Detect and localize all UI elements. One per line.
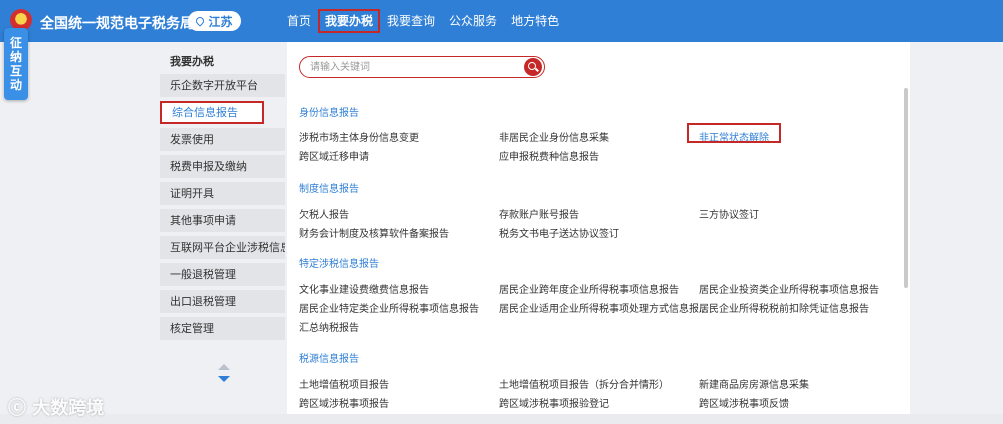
service-link[interactable]: 文化事业建设费缴费信息报告	[299, 281, 429, 296]
section-title-system: 制度信息报告	[299, 184, 359, 195]
sidebar-item-leqi-platform[interactable]: 乐企数字开放平台	[160, 74, 285, 97]
sidebar-scroll-arrows[interactable]	[217, 364, 231, 384]
service-link[interactable]: 跨区域涉税事项反馈	[699, 395, 789, 410]
nav-public-service[interactable]: 公众服务	[442, 11, 504, 31]
service-link[interactable]: 居民企业适用企业所得税事项处理方式信息报...	[499, 300, 709, 315]
service-link[interactable]: 土地增值税项目报告（拆分合并情形）	[499, 376, 669, 391]
watermark-mark-icon: ⓒ	[8, 398, 26, 419]
search-box	[299, 56, 545, 78]
service-link[interactable]: 新建商品房房源信息采集	[699, 376, 809, 391]
service-link[interactable]: 居民企业投资类企业所得税事项信息报告	[699, 281, 879, 296]
sidebar-item-certificate[interactable]: 证明开具	[160, 182, 285, 205]
section-title-identity: 身份信息报告	[299, 108, 359, 119]
section-title-special: 特定涉税信息报告	[299, 259, 379, 270]
sidebar-item-info-report[interactable]: 综合信息报告	[160, 101, 264, 124]
sidebar-item-tax-filing[interactable]: 税费申报及缴纳	[160, 155, 285, 178]
service-link[interactable]: 三方协议签订	[699, 206, 759, 221]
service-link[interactable]: 存款账户账号报告	[499, 206, 579, 221]
sidebar-item-assessment[interactable]: 核定管理	[160, 317, 285, 340]
service-link[interactable]: 应申报税费种信息报告	[499, 148, 599, 163]
sidebar-menu: 我要办税 乐企数字开放平台 综合信息报告 发票使用 税费申报及缴纳 证明开具 其…	[160, 50, 285, 344]
nav-tax-handling[interactable]: 我要办税	[318, 9, 381, 33]
section-title-tax-source: 税源信息报告	[299, 354, 359, 365]
scroll-up-icon[interactable]	[218, 364, 230, 370]
scroll-down-icon[interactable]	[218, 376, 230, 382]
service-link[interactable]: 汇总纳税报告	[299, 319, 359, 334]
watermark-logo: ⓒ 大数跨境	[8, 394, 104, 420]
sidebar-item-platform-report[interactable]: 互联网平台企业涉税信息报送	[160, 236, 285, 259]
region-label: 江苏	[208, 14, 233, 29]
highlight-box	[687, 123, 781, 143]
service-link[interactable]: 涉税市场主体身份信息变更	[299, 129, 419, 144]
content-panel: 身份信息报告 涉税市场主体身份信息变更 非居民企业身份信息采集 非正常状态解除 …	[287, 42, 910, 414]
service-link[interactable]: 居民企业跨年度企业所得税事项信息报告	[499, 281, 679, 296]
content-scrollbar[interactable]	[904, 88, 908, 288]
nav-query[interactable]: 我要查询	[380, 11, 442, 31]
search-input[interactable]	[310, 59, 510, 75]
service-link[interactable]: 跨区域迁移申请	[299, 148, 369, 163]
float-tab-char: 动	[9, 78, 22, 92]
sidebar-item-invoice[interactable]: 发票使用	[160, 128, 285, 151]
sidebar-item-refund[interactable]: 一般退税管理	[160, 263, 285, 286]
service-link[interactable]: 税务文书电子送达协议签订	[499, 225, 619, 240]
top-header-bar: 全国统一规范电子税务局 江苏 首页 我要办税 我要查询 公众服务 地方特色	[0, 0, 1003, 42]
nav-local-features[interactable]: 地方特色	[504, 11, 566, 31]
service-link[interactable]: 欠税人报告	[299, 206, 349, 221]
sidebar-item-export-refund[interactable]: 出口退税管理	[160, 290, 285, 313]
float-tab-char: 互	[9, 64, 22, 78]
watermark-text: 大数跨境	[32, 398, 105, 419]
nav-home[interactable]: 首页	[280, 11, 318, 31]
location-pin-icon	[194, 15, 207, 27]
main-nav: 首页 我要办税 我要查询 公众服务 地方特色	[280, 0, 566, 42]
search-icon[interactable]	[524, 58, 542, 76]
service-link[interactable]: 土地增值税项目报告	[299, 376, 389, 391]
service-link[interactable]: 居民企业所得税税前扣除凭证信息报告	[699, 300, 869, 315]
interaction-float-tab[interactable]: 征 纳 互 动	[4, 28, 28, 100]
float-tab-char: 征	[9, 36, 22, 50]
region-selector[interactable]: 江苏	[188, 11, 241, 31]
sidebar-heading: 我要办税	[170, 55, 214, 68]
float-tab-char: 纳	[9, 50, 22, 64]
service-link[interactable]: 居民企业特定类企业所得税事项信息报告	[299, 300, 479, 315]
sidebar-item-other-requests[interactable]: 其他事项申请	[160, 209, 285, 232]
service-link[interactable]: 财务会计制度及核算软件备案报告	[299, 225, 449, 240]
page-footer-strip	[0, 414, 1003, 424]
service-link[interactable]: 非居民企业身份信息采集	[499, 129, 609, 144]
service-link[interactable]: 跨区域涉税事项报告	[299, 395, 389, 410]
service-link[interactable]: 跨区域涉税事项报验登记	[499, 395, 609, 410]
site-title[interactable]: 全国统一规范电子税务局	[40, 13, 194, 33]
